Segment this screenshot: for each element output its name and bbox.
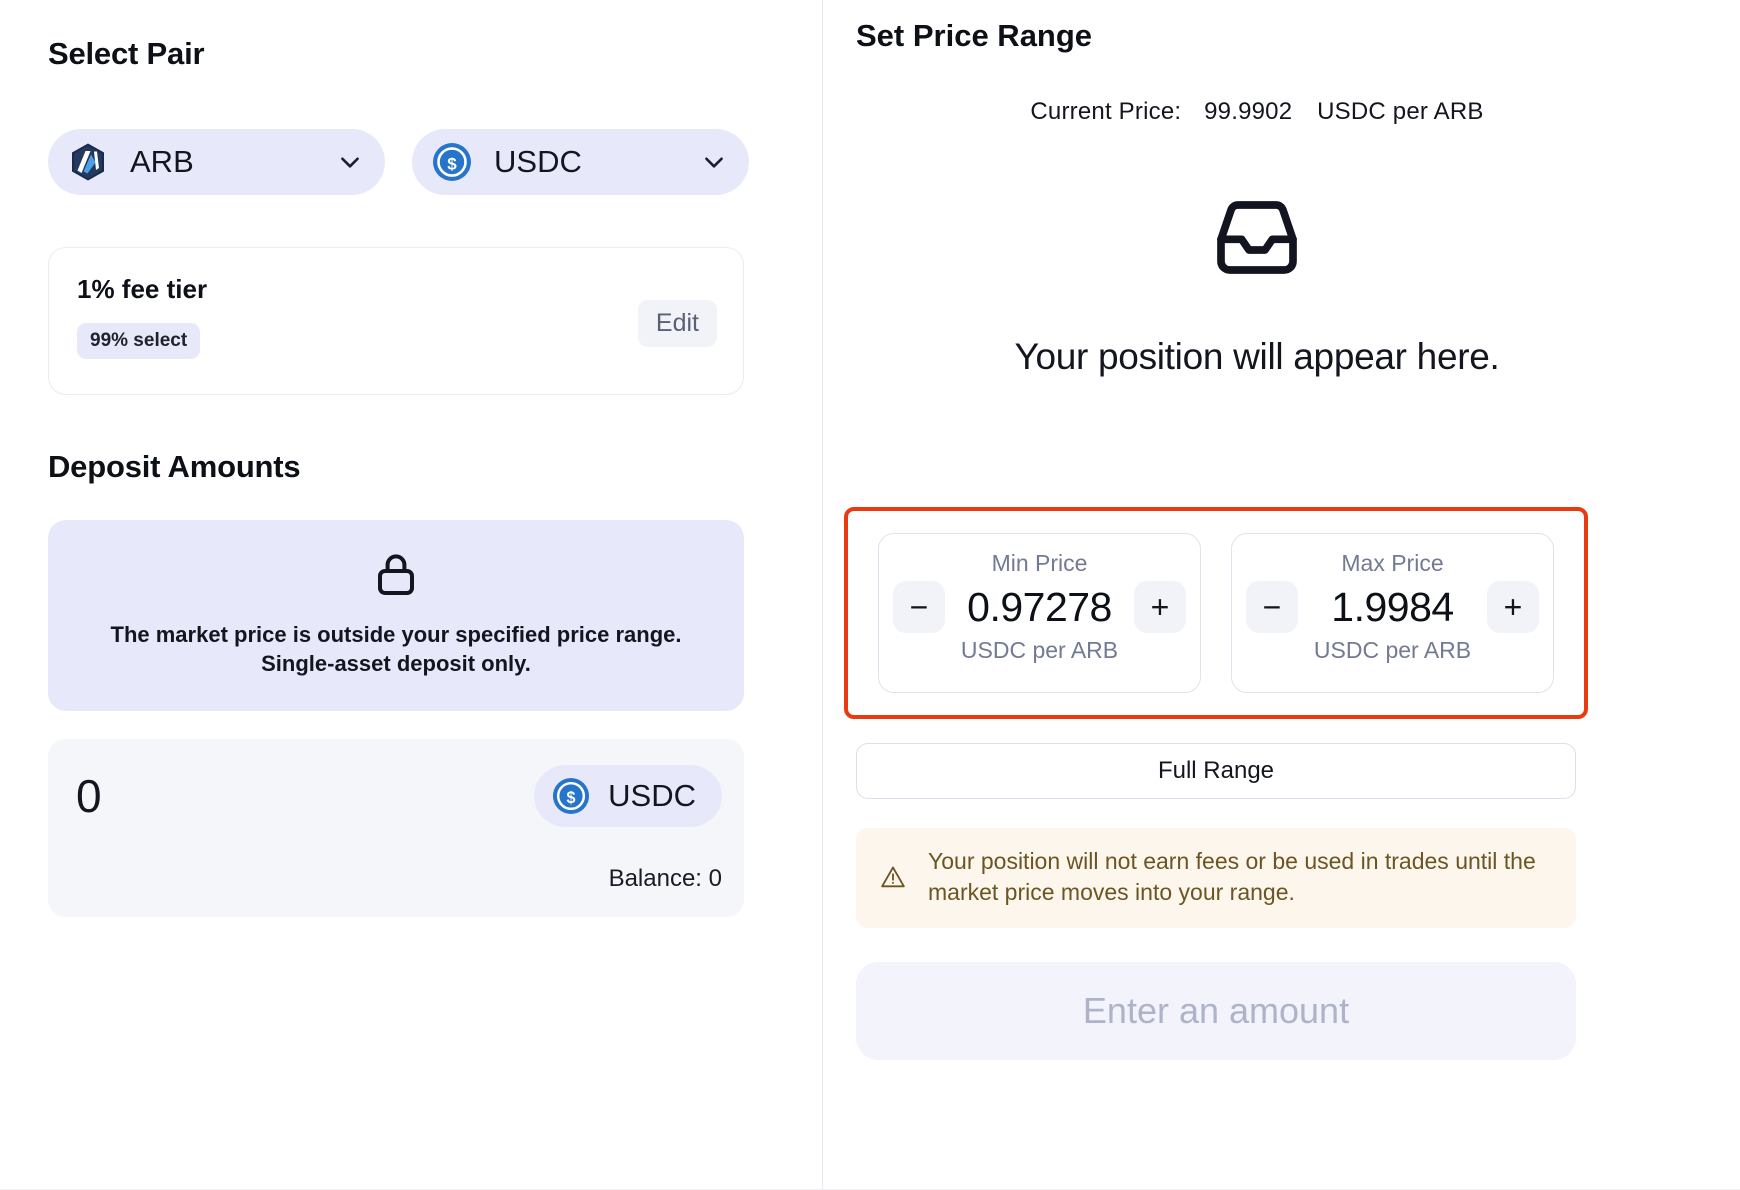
token-select-arb-label: ARB bbox=[130, 144, 337, 180]
min-price-decrement-button[interactable]: − bbox=[893, 581, 945, 633]
full-range-button[interactable]: Full Range bbox=[856, 743, 1576, 799]
deposit-token-label: USDC bbox=[608, 778, 696, 814]
current-price-row: Current Price: 99.9902 USDC per ARB bbox=[834, 98, 1680, 126]
min-price-stepper: − 0.97278 + bbox=[893, 581, 1186, 633]
out-of-range-warning-text: Your position will not earn fees or be u… bbox=[928, 846, 1552, 908]
inbox-icon bbox=[1210, 198, 1304, 278]
right-panel: Set Price Range Current Price: 99.9902 U… bbox=[822, 0, 1740, 1190]
max-price-unit: USDC per ARB bbox=[1314, 637, 1471, 664]
deposit-token-selector-usdc[interactable]: $ USDC bbox=[534, 765, 722, 827]
svg-text:$: $ bbox=[567, 789, 576, 807]
deposit-amount-card: 0 $ USDC Balance: 0 bbox=[48, 739, 744, 917]
deposit-balance-label: Balance: 0 bbox=[609, 865, 722, 893]
min-price-value[interactable]: 0.97278 bbox=[945, 584, 1134, 631]
single-asset-deposit-notice: The market price is outside your specifi… bbox=[48, 520, 744, 711]
enter-an-amount-button[interactable]: Enter an amount bbox=[856, 962, 1576, 1060]
usdc-token-icon: $ bbox=[552, 777, 590, 815]
svg-text:$: $ bbox=[447, 155, 457, 174]
set-price-range-title: Set Price Range bbox=[856, 18, 1680, 54]
token-select-usdc-label: USDC bbox=[494, 144, 701, 180]
liquidity-position-page: Select Pair ARB bbox=[0, 0, 1740, 1190]
current-price-unit: USDC per ARB bbox=[1317, 98, 1483, 125]
usdc-token-icon: $ bbox=[432, 142, 472, 182]
chevron-down-icon bbox=[337, 149, 363, 175]
token-select-arb[interactable]: ARB bbox=[48, 129, 385, 195]
token-select-usdc[interactable]: $ USDC bbox=[412, 129, 749, 195]
max-price-stepper: − 1.9984 + bbox=[1246, 581, 1539, 633]
current-price-label: Current Price: bbox=[1030, 98, 1181, 125]
max-price-box: Max Price − 1.9984 + USDC per ARB bbox=[1231, 533, 1554, 693]
fee-tier-select-badge: 99% select bbox=[77, 323, 200, 359]
deposit-amounts-title: Deposit Amounts bbox=[48, 449, 774, 485]
edit-fee-tier-button[interactable]: Edit bbox=[638, 300, 717, 347]
min-price-unit: USDC per ARB bbox=[961, 637, 1118, 664]
min-price-label: Min Price bbox=[992, 550, 1088, 577]
price-range-inputs-highlight: Min Price − 0.97278 + USDC per ARB Max P… bbox=[844, 507, 1588, 719]
fee-tier-title: 1% fee tier bbox=[77, 274, 207, 305]
left-panel: Select Pair ARB bbox=[0, 0, 822, 1190]
lock-icon bbox=[372, 550, 420, 598]
chevron-down-icon bbox=[701, 149, 727, 175]
select-pair-title: Select Pair bbox=[48, 36, 774, 72]
position-empty-state: Your position will appear here. bbox=[834, 198, 1680, 378]
token-pair-row: ARB $ USDC bbox=[48, 129, 774, 195]
position-empty-text: Your position will appear here. bbox=[1014, 336, 1499, 378]
arbitrum-token-icon bbox=[68, 142, 108, 182]
min-price-box: Min Price − 0.97278 + USDC per ARB bbox=[878, 533, 1201, 693]
fee-tier-card: 1% fee tier 99% select Edit bbox=[48, 247, 744, 395]
deposit-amount-row: 0 $ USDC bbox=[76, 765, 722, 827]
max-price-label: Max Price bbox=[1341, 550, 1443, 577]
current-price-value: 99.9902 bbox=[1204, 98, 1292, 125]
fee-tier-info: 1% fee tier 99% select bbox=[77, 274, 207, 359]
max-price-increment-button[interactable]: + bbox=[1487, 581, 1539, 633]
max-price-decrement-button[interactable]: − bbox=[1246, 581, 1298, 633]
min-price-increment-button[interactable]: + bbox=[1134, 581, 1186, 633]
warning-triangle-icon bbox=[880, 864, 906, 890]
out-of-range-warning: Your position will not earn fees or be u… bbox=[856, 828, 1576, 928]
single-asset-deposit-text: The market price is outside your specifi… bbox=[84, 620, 708, 679]
max-price-value[interactable]: 1.9984 bbox=[1298, 584, 1487, 631]
deposit-amount-input[interactable]: 0 bbox=[76, 769, 101, 823]
